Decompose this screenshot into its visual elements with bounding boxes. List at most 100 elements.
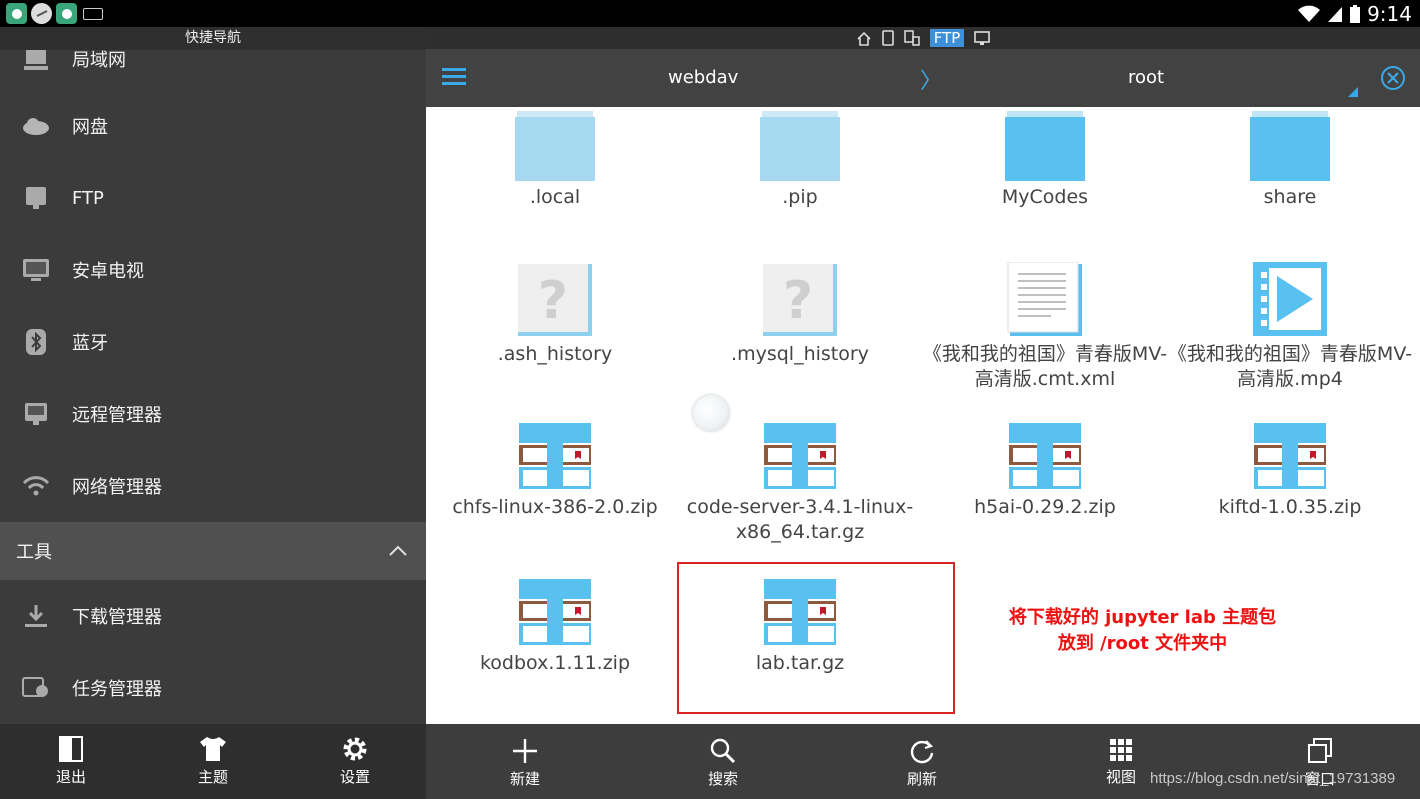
nav-item-network-manager[interactable]: 网络管理器	[0, 450, 426, 522]
refresh-button[interactable]: 刷新	[882, 738, 962, 789]
file-item[interactable]: code-server-3.4.1-linux-x86_64.tar.gz	[677, 423, 923, 545]
phone-icon[interactable]	[881, 30, 894, 46]
file-item[interactable]: MyCodes	[922, 111, 1168, 210]
plus-icon	[513, 739, 537, 763]
nav-item-remote-manager[interactable]: 远程管理器	[0, 378, 426, 450]
nav-item-bluetooth[interactable]: 蓝牙	[0, 306, 426, 378]
file-item[interactable]: h5ai-0.29.2.zip	[922, 423, 1168, 520]
file-name: 《我和我的祖国》青春版MV-高清版.mp4	[1167, 343, 1413, 390]
nav-item-label: FTP	[72, 187, 104, 209]
sync-notification-icon	[31, 3, 52, 24]
floating-touch-indicator[interactable]	[693, 395, 729, 431]
file-name: chfs-linux-386-2.0.zip	[452, 496, 658, 518]
exit-button[interactable]: 退出	[21, 736, 121, 787]
section-label: 工具	[16, 542, 52, 563]
video-file-icon	[1253, 262, 1327, 336]
archive-icon	[1254, 423, 1326, 489]
nav-item-ftp[interactable]: FTP	[0, 162, 426, 234]
nav-item-android-tv[interactable]: 安卓电视	[0, 234, 426, 306]
tv-icon	[22, 256, 50, 284]
close-icon[interactable]	[1380, 65, 1406, 91]
view-button[interactable]: 视图	[1081, 738, 1161, 787]
svg-text:?: ?	[538, 271, 568, 331]
file-item[interactable]: ? .ash_history	[432, 262, 678, 367]
file-item[interactable]: .pip	[677, 111, 923, 210]
file-name: .local	[529, 186, 581, 208]
cloud-icon	[22, 112, 50, 140]
drawer-title: 快捷导航	[0, 27, 426, 50]
file-item[interactable]: 《我和我的祖国》青春版MV-高清版.cmt.xml	[922, 262, 1168, 392]
file-item[interactable]: ? .mysql_history	[677, 262, 923, 367]
nav-item-download-manager[interactable]: 下载管理器	[0, 580, 426, 652]
file-name: h5ai-0.29.2.zip	[974, 496, 1116, 518]
refresh-icon	[910, 740, 934, 764]
window-switcher-strip: FTP	[426, 27, 1420, 49]
breadcrumb-webdav[interactable]: webdav	[668, 67, 738, 88]
file-item[interactable]: 《我和我的祖国》青春版MV-高清版.mp4	[1167, 262, 1413, 392]
file-name: .mysql_history	[731, 343, 869, 365]
file-item[interactable]: kiftd-1.0.35.zip	[1167, 423, 1413, 520]
battery-icon	[1350, 4, 1361, 23]
breadcrumb-root[interactable]: root	[1128, 67, 1164, 88]
nav-item-label: 远程管理器	[72, 405, 162, 426]
folder-light-icon	[760, 111, 840, 181]
file-item[interactable]: share	[1167, 111, 1413, 210]
system-tray: 9:14	[1297, 0, 1412, 27]
archive-icon	[519, 579, 591, 645]
tools-section-header[interactable]: 工具	[0, 522, 426, 580]
theme-button[interactable]: 主题	[163, 736, 263, 787]
nav-item-cloud[interactable]: 网盘	[0, 90, 426, 162]
search-button[interactable]: 搜索	[683, 738, 763, 789]
home-icon[interactable]	[856, 31, 872, 46]
svg-text:?: ?	[783, 271, 813, 331]
exit-icon	[59, 736, 83, 762]
nav-item-label: 任务管理器	[72, 679, 162, 700]
gear-icon	[343, 737, 367, 761]
settings-label: 设置	[339, 768, 370, 786]
file-name: MyCodes	[1001, 186, 1089, 208]
status-bar: 9:14	[0, 0, 1420, 27]
unknown-file-icon: ?	[763, 264, 837, 336]
path-dropdown-indicator[interactable]	[1348, 87, 1358, 97]
ftp-window-tab[interactable]: FTP	[929, 29, 965, 47]
refresh-label: 刷新	[906, 770, 937, 788]
new-button[interactable]: 新建	[485, 738, 565, 789]
folder-icon	[1250, 111, 1330, 181]
search-icon	[710, 738, 736, 764]
file-name: kodbox.1.11.zip	[479, 652, 631, 674]
file-name: kiftd-1.0.35.zip	[1218, 496, 1362, 518]
nav-item-lan[interactable]: 局域网	[0, 50, 426, 90]
annotation-line-1: 将下载好的 jupyter lab 主题包	[1008, 607, 1277, 628]
new-label: 新建	[509, 770, 540, 788]
wifi-signal-icon	[1298, 5, 1321, 22]
lan-icon	[22, 50, 50, 73]
file-name: 《我和我的祖国》青春版MV-高清版.cmt.xml	[922, 343, 1168, 390]
nav-item-label: 网盘	[72, 117, 108, 138]
highlight-box	[677, 562, 955, 714]
cell-signal-icon	[1328, 6, 1343, 22]
nav-item-label: 蓝牙	[72, 333, 108, 354]
nav-item-label: 下载管理器	[72, 607, 162, 628]
search-label: 搜索	[707, 770, 738, 788]
theme-label: 主题	[197, 768, 228, 786]
view-label: 视图	[1105, 768, 1136, 786]
wifi-icon	[22, 472, 50, 500]
file-name: code-server-3.4.1-linux-x86_64.tar.gz	[686, 496, 914, 543]
chevron-up-icon	[389, 545, 407, 556]
task-manager-icon	[22, 674, 50, 702]
file-item[interactable]: chfs-linux-386-2.0.zip	[432, 423, 678, 520]
archive-icon	[519, 423, 591, 489]
nav-item-task-manager[interactable]: 任务管理器	[0, 652, 426, 724]
file-item[interactable]: kodbox.1.11.zip	[432, 579, 678, 676]
text-file-icon	[1007, 262, 1082, 336]
menu-icon[interactable]	[442, 66, 466, 88]
archive-icon	[1009, 423, 1081, 489]
remote-ftp-icon	[22, 400, 50, 428]
devices-icon[interactable]	[903, 30, 920, 46]
file-item[interactable]: .local	[432, 111, 678, 210]
remote-desktop-icon[interactable]	[974, 30, 991, 46]
settings-button[interactable]: 设置	[305, 736, 405, 787]
clock: 9:14	[1367, 1, 1412, 26]
shirt-icon	[200, 737, 226, 761]
file-name: .ash_history	[497, 343, 613, 365]
